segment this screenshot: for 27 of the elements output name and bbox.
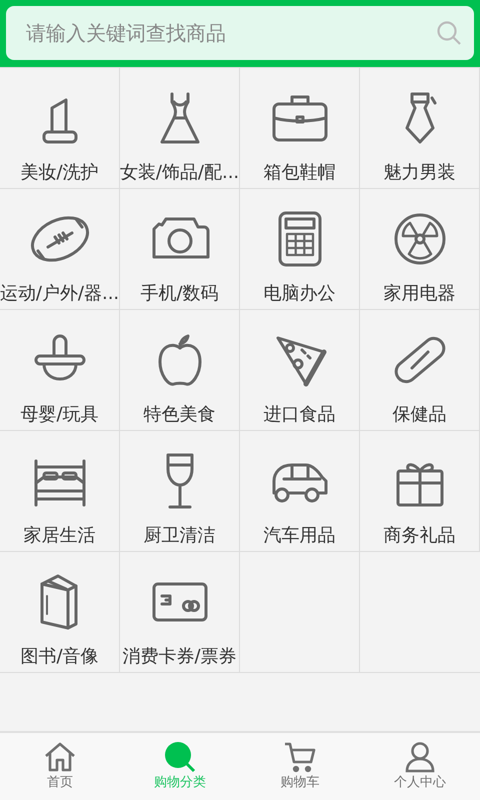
category-item[interactable]: 汽车用品	[240, 431, 360, 552]
category-item[interactable]: 电脑办公	[240, 189, 360, 310]
category-item[interactable]: 消费卡券/票券	[120, 552, 240, 673]
category-item[interactable]: 母婴/玩具	[0, 310, 120, 431]
category-item[interactable]: 手机/数码	[120, 189, 240, 310]
search-icon	[163, 741, 197, 773]
category-item[interactable]: 家居生活	[0, 431, 120, 552]
category-item[interactable]: 家用电器	[360, 189, 480, 310]
tab-item[interactable]: 个人中心	[360, 733, 480, 800]
tab-item[interactable]: 购物车	[240, 733, 360, 800]
category-item[interactable]: 魅力男装	[360, 68, 480, 189]
search-icon[interactable]	[436, 20, 462, 46]
category-item[interactable]: 图书/音像	[0, 552, 120, 673]
cart-icon	[283, 741, 317, 773]
category-item[interactable]: 保健品	[360, 310, 480, 431]
category-item[interactable]: 商务礼品	[360, 431, 480, 552]
category-item[interactable]: 进口食品	[240, 310, 360, 431]
category-item[interactable]: 特色美食	[120, 310, 240, 431]
category-item[interactable]: 运动/户外/器...	[0, 189, 120, 310]
category-item[interactable]: 女装/饰品/配...	[120, 68, 240, 189]
category-item[interactable]: 美妆/洗护	[0, 68, 120, 189]
tab-item[interactable]: 首页	[0, 733, 120, 800]
user-icon	[403, 741, 437, 773]
category-item[interactable]: 厨卫清洁	[120, 431, 240, 552]
search-field[interactable]: 请输入关键词查找商品	[6, 6, 474, 60]
home-icon	[43, 741, 77, 773]
category-item[interactable]: 箱包鞋帽	[240, 68, 360, 189]
